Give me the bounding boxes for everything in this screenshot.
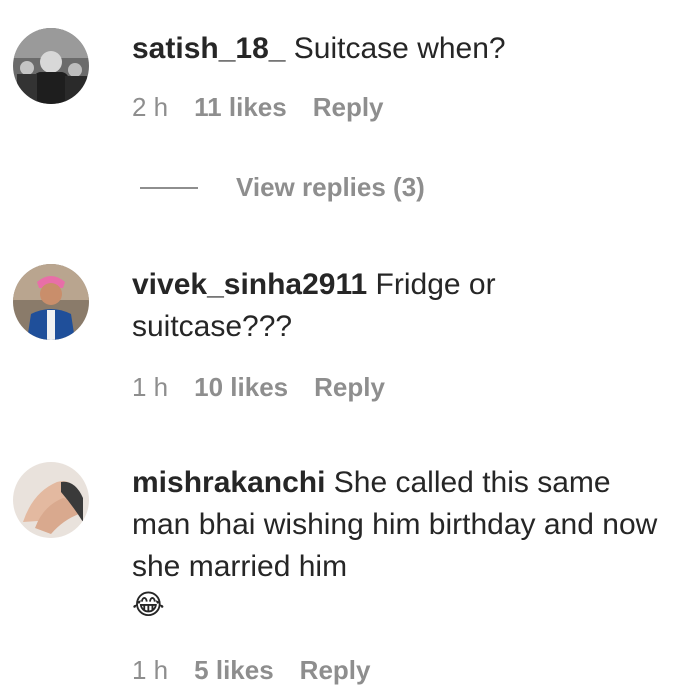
reply-button[interactable]: Reply bbox=[313, 92, 384, 123]
avatar[interactable] bbox=[13, 462, 89, 538]
avatar-photo-icon bbox=[13, 462, 89, 538]
avatar-photo-icon bbox=[13, 28, 89, 104]
comment-meta: 1 h 10 likes Reply bbox=[132, 372, 385, 403]
view-replies-button[interactable]: View replies (3) bbox=[140, 172, 425, 203]
comment-body: Suitcase when? bbox=[293, 32, 506, 65]
avatar-photo-icon bbox=[13, 264, 89, 340]
comment-text: vivek_sinha2911 Fridge or suitcase??? bbox=[132, 264, 662, 348]
avatar[interactable] bbox=[13, 264, 89, 340]
view-replies-label: View replies (3) bbox=[236, 172, 425, 202]
reply-button[interactable]: Reply bbox=[300, 655, 371, 686]
comment-likes[interactable]: 10 likes bbox=[194, 372, 288, 403]
comment-username[interactable]: mishrakanchi bbox=[132, 466, 325, 499]
laughing-emoji-icon: 😂 bbox=[132, 589, 165, 620]
reply-button[interactable]: Reply bbox=[314, 372, 385, 403]
comment-likes[interactable]: 5 likes bbox=[194, 655, 274, 686]
comment-username[interactable]: vivek_sinha2911 bbox=[132, 268, 367, 301]
comment-meta: 1 h 5 likes Reply bbox=[132, 655, 370, 686]
comment-time: 1 h bbox=[132, 655, 169, 685]
replies-divider bbox=[140, 186, 198, 189]
comment-text: satish_18_ Suitcase when? bbox=[132, 28, 662, 70]
comment-meta: 2 h 11 likes Reply bbox=[132, 92, 384, 123]
comment-username[interactable]: satish_18_ bbox=[132, 32, 285, 65]
comment-likes[interactable]: 11 likes bbox=[194, 92, 287, 123]
comment-time: 1 h bbox=[132, 372, 169, 402]
comment-text: mishrakanchi She called this same man bh… bbox=[132, 462, 662, 622]
avatar[interactable] bbox=[13, 28, 89, 104]
comment-time: 2 h bbox=[132, 92, 169, 122]
